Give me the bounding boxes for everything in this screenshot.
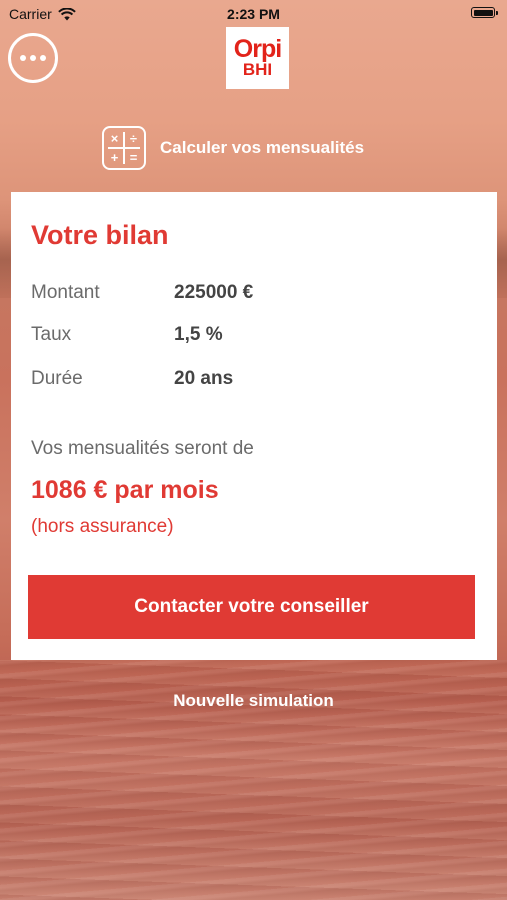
card-title: Votre bilan <box>31 220 169 250</box>
dot-icon <box>30 55 36 61</box>
contact-advisor-button[interactable]: Contacter votre conseiller <box>28 575 475 639</box>
summary-value: 225000 € <box>174 282 254 303</box>
calculator-icon: × ÷ + = <box>102 126 146 170</box>
summary-row-amount: Montant 225000 € <box>31 282 253 304</box>
section-title: Calculer vos mensualités <box>160 138 365 157</box>
battery-icon <box>471 7 498 18</box>
logo-main-text: Orpi <box>233 35 282 63</box>
status-bar: Carrier 2:23 PM <box>0 0 507 28</box>
logo-sub-text: BHI <box>242 60 273 79</box>
summary-row-rate: Taux 1,5 % <box>31 324 223 346</box>
monthly-amount: 1086 € par mois <box>31 476 219 504</box>
dot-icon <box>40 55 46 61</box>
brand-logo: Orpi BHI <box>226 27 289 89</box>
summary-row-duration: Durée 20 ans <box>31 368 233 390</box>
summary-label: Taux <box>31 324 72 345</box>
monthly-intro: Vos mensualités seront de <box>31 438 254 459</box>
new-simulation-link[interactable]: Nouvelle simulation <box>0 691 507 711</box>
summary-label: Montant <box>31 282 100 303</box>
dot-icon <box>20 55 26 61</box>
summary-value: 20 ans <box>174 368 234 389</box>
section-header: × ÷ + = Calculer vos mensualités <box>102 126 364 170</box>
summary-value: 1,5 % <box>174 324 223 345</box>
summary-label: Durée <box>31 368 83 389</box>
monthly-note: (hors assurance) <box>31 516 174 537</box>
summary-card: Votre bilan Montant 225000 € Taux 1,5 % … <box>11 192 497 660</box>
status-time: 2:23 PM <box>227 6 280 22</box>
more-menu-button[interactable] <box>8 33 58 83</box>
